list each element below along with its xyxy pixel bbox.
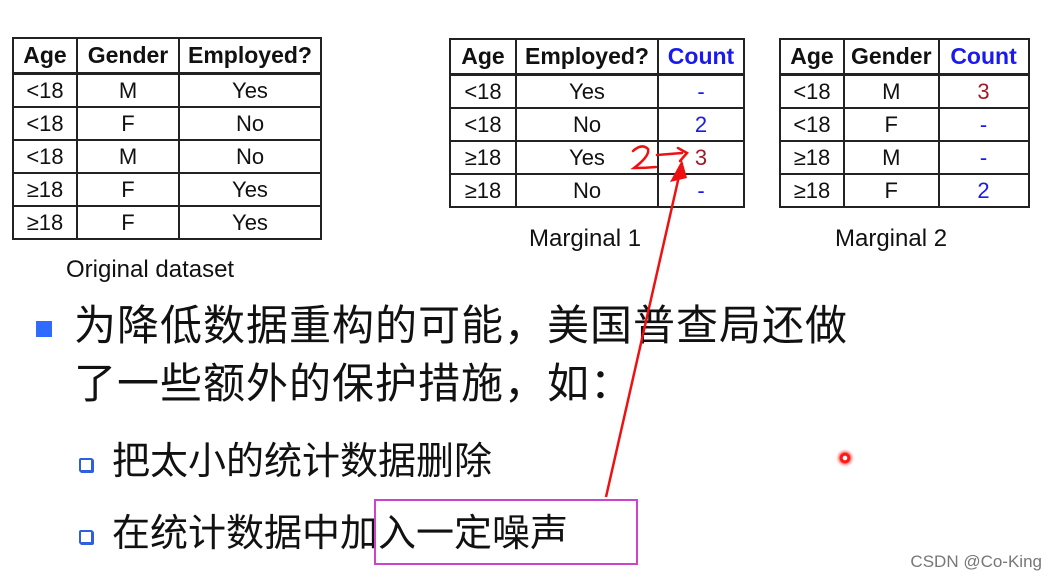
hollow-square-bullet-icon	[79, 530, 93, 544]
cell-age: ≥18	[449, 140, 517, 175]
cell-age: ≥18	[779, 140, 845, 175]
table-header-row: Age Gender Count	[779, 38, 1030, 76]
cell-count: 2	[937, 173, 1030, 208]
original-dataset-caption: Original dataset	[66, 256, 235, 283]
cell-count: 3	[937, 73, 1030, 109]
header-age: Age	[449, 38, 517, 76]
cell-age: ≥18	[12, 205, 78, 240]
table-row: <18 M 3	[779, 73, 1030, 109]
table-row: <18 F No	[12, 106, 322, 141]
header-count: Count	[657, 38, 745, 76]
cell-count: 3	[657, 140, 745, 175]
table-header-row: Age Employed? Count	[449, 38, 745, 76]
hollow-square-bullet-icon	[79, 458, 93, 472]
cell-employed: No	[515, 173, 659, 208]
cell-gender: M	[843, 73, 940, 109]
cell-gender: F	[843, 173, 940, 208]
cell-employed: Yes	[178, 172, 322, 207]
marginal1-caption: Marginal 1	[529, 225, 642, 252]
cell-age: <18	[779, 107, 845, 142]
cell-employed: Yes	[515, 73, 659, 109]
cell-gender: F	[76, 205, 180, 240]
watermark: CSDN @Co-King	[910, 552, 1042, 571]
table-row: ≥18 M -	[779, 140, 1030, 175]
main-bullet-line1: 为降低数据重构的可能，美国普查局还做	[74, 301, 849, 350]
square-bullet-icon	[36, 321, 52, 337]
table-row: ≥18 F Yes	[12, 205, 322, 240]
header-age: Age	[12, 37, 78, 75]
cell-count: -	[937, 107, 1030, 142]
cell-age: <18	[12, 139, 78, 174]
cell-age: <18	[12, 72, 78, 108]
cell-count: -	[657, 73, 745, 109]
cell-employed: Yes	[178, 72, 322, 108]
original-dataset-table: Age Gender Employed? <18 M Yes <18 F No …	[12, 37, 322, 240]
cell-age: ≥18	[12, 172, 78, 207]
table-row: <18 M No	[12, 139, 322, 174]
table-header-row: Age Gender Employed?	[12, 37, 322, 75]
cell-gender: M	[76, 139, 180, 174]
table-row: ≥18 Yes 3	[449, 140, 745, 175]
table-row: ≥18 F Yes	[12, 172, 322, 207]
marginal2-table: Age Gender Count <18 M 3 <18 F - ≥18 M -…	[779, 38, 1030, 208]
cell-employed: No	[515, 107, 659, 142]
table-row: ≥18 No -	[449, 173, 745, 208]
sub-bullet-text: 把太小的统计数据删除	[112, 439, 493, 483]
cell-employed: No	[178, 139, 322, 174]
cell-gender: F	[843, 107, 940, 142]
header-gender: Gender	[843, 38, 940, 76]
table-row: <18 F -	[779, 107, 1030, 142]
cell-gender: M	[843, 140, 940, 175]
marginal2-caption: Marginal 2	[835, 225, 948, 252]
cell-age: ≥18	[779, 173, 845, 208]
header-age: Age	[779, 38, 845, 76]
main-bullet-line2: 了一些额外的保护措施，如：	[74, 359, 634, 408]
cell-gender: F	[76, 106, 180, 141]
cell-employed: Yes	[515, 140, 659, 175]
marginal1-table: Age Employed? Count <18 Yes - <18 No 2 ≥…	[449, 38, 745, 208]
cell-age: <18	[12, 106, 78, 141]
cell-age: <18	[449, 73, 517, 109]
cell-age: <18	[779, 73, 845, 109]
cell-employed: No	[178, 106, 322, 141]
table-row: <18 M Yes	[12, 72, 322, 108]
laser-pointer-icon	[836, 449, 854, 467]
cell-count: -	[657, 173, 745, 208]
cell-gender: M	[76, 72, 180, 108]
header-employed: Employed?	[178, 37, 322, 75]
table-row: ≥18 F 2	[779, 173, 1030, 208]
header-gender: Gender	[76, 37, 180, 75]
cell-age: <18	[449, 107, 517, 142]
table-row: <18 Yes -	[449, 73, 745, 109]
cell-gender: F	[76, 172, 180, 207]
cell-employed: Yes	[178, 205, 322, 240]
highlight-box	[374, 499, 638, 565]
sub-bullet-prefix: 在统计数据中	[112, 511, 341, 555]
cell-count: 2	[657, 107, 745, 142]
header-count: Count	[937, 38, 1030, 76]
header-employed: Employed?	[515, 38, 659, 76]
cell-count: -	[937, 140, 1030, 175]
table-row: <18 No 2	[449, 107, 745, 142]
cell-age: ≥18	[449, 173, 517, 208]
